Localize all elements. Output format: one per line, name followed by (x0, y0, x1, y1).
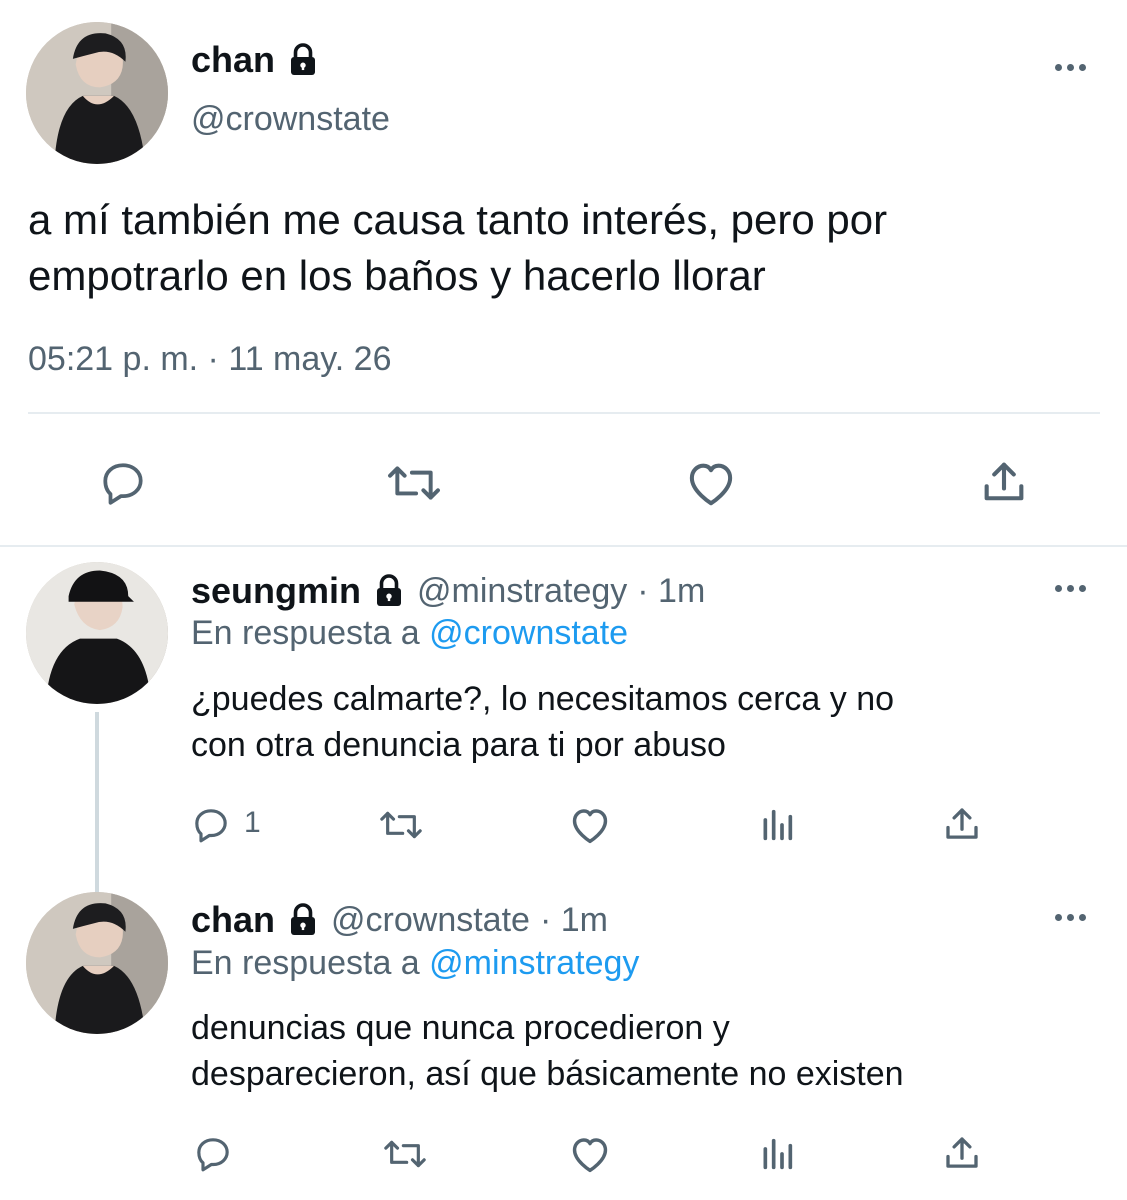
reply-author-handle[interactable]: @crownstate (331, 901, 530, 940)
like-icon[interactable] (568, 1134, 612, 1174)
reply-text-line-2: desparecieron, así que básicamente no ex… (191, 1055, 904, 1093)
reply-context: En respuesta a @crownstate (191, 614, 628, 653)
tweet-text-line-1: a mí también me causa tanto interés, per… (28, 196, 888, 243)
reply-text-line-2: con otra denuncia para ti por abuso (191, 726, 726, 764)
lock-icon (291, 903, 316, 935)
reply-context-mention[interactable]: @minstrategy (429, 944, 639, 982)
reply-thread-line (95, 712, 99, 894)
reply-author-name[interactable]: chan (191, 899, 275, 941)
reply-time[interactable]: · 1m (637, 572, 705, 611)
reply-context: En respuesta a @minstrategy (191, 944, 639, 983)
tweet-text-line-2: empotrarlo en los baños y hacerlo llorar (28, 252, 766, 299)
reply-icon[interactable] (191, 805, 231, 845)
reply-context-prefix: En respuesta a (191, 614, 420, 652)
avatar-image (26, 892, 168, 1034)
reply-context-mention[interactable]: @crownstate (429, 614, 628, 652)
author-name-row: chan (191, 38, 321, 82)
reply-icon[interactable] (98, 458, 148, 508)
avatar-image (26, 562, 168, 704)
retweet-icon[interactable] (384, 458, 444, 508)
like-icon[interactable] (568, 805, 612, 845)
reply-count: 1 (244, 806, 261, 839)
reply-author-handle[interactable]: @minstrategy (417, 572, 627, 611)
retweet-icon[interactable] (377, 805, 425, 845)
reply-text-line-1: ¿puedes calmarte?, lo necesitamos cerca … (191, 680, 895, 718)
share-icon[interactable] (941, 1132, 983, 1174)
avatar-image (26, 22, 168, 164)
reply-text-line-1: denuncias que nunca procedieron y (191, 1009, 730, 1047)
lock-icon (291, 43, 316, 75)
reply-header: seungmin @minstrategy · 1m (191, 568, 705, 614)
reply-icon[interactable] (193, 1134, 233, 1174)
reply-time[interactable]: · 1m (540, 901, 608, 940)
share-icon[interactable] (941, 803, 983, 845)
retweet-icon[interactable] (381, 1134, 429, 1174)
avatar-chan[interactable] (26, 892, 168, 1034)
reply-context-prefix: En respuesta a (191, 944, 420, 982)
tweet-timestamp[interactable]: 05:21 p. m. · 11 may. 26 (28, 340, 391, 379)
avatar-chan[interactable] (26, 22, 168, 164)
reply-header: chan @crownstate · 1m (191, 897, 608, 943)
author-handle[interactable]: @crownstate (191, 100, 390, 139)
share-icon[interactable] (978, 456, 1030, 508)
more-options-icon[interactable] (1055, 585, 1086, 592)
lock-icon (377, 574, 402, 606)
reply-author-name[interactable]: seungmin (191, 570, 361, 612)
more-options-icon[interactable] (1055, 914, 1086, 921)
like-icon[interactable] (684, 458, 738, 508)
author-name[interactable]: chan (191, 39, 275, 81)
analytics-icon[interactable] (757, 805, 797, 845)
divider (28, 412, 1100, 414)
avatar-seungmin[interactable] (26, 562, 168, 704)
section-divider (0, 545, 1127, 547)
analytics-icon[interactable] (757, 1134, 797, 1174)
more-options-icon[interactable] (1055, 64, 1086, 71)
